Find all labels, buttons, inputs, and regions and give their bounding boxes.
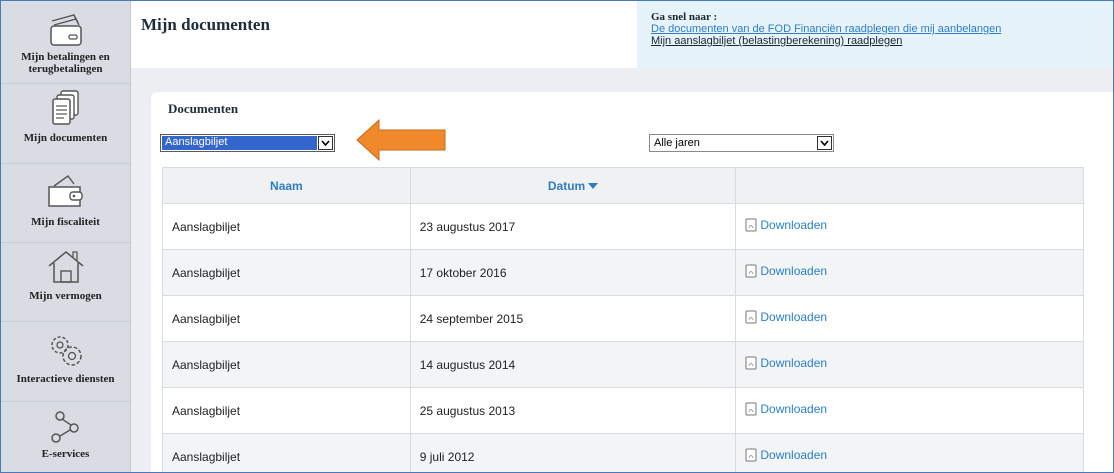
pdf-file-icon [745, 448, 757, 462]
sidebar-item-label: Mijn fiscaliteit [31, 216, 100, 228]
cell-date: 24 september 2015 [409, 295, 737, 342]
documents-panel: Documenten Aanslagbiljet Alle jaren Naam… [151, 92, 1113, 472]
download-link[interactable]: Downloaden [745, 356, 827, 370]
cell-date: 25 augustus 2013 [409, 387, 737, 434]
tax-assessment-link[interactable]: Mijn aanslagbiljet (belastingberekening)… [651, 35, 902, 47]
table-header-row: Naam Datum [162, 167, 1084, 204]
cell-action: Downloaden [735, 295, 1084, 342]
document-type-select[interactable]: Aanslagbiljet [160, 134, 335, 152]
cell-action: Downloaden [735, 249, 1084, 296]
cell-date: 9 juli 2012 [409, 433, 737, 472]
sidebar-item-label: Mijn betalingen en terugbetalingen [21, 51, 110, 75]
quicklinks-title: Ga snel naar : [651, 11, 718, 23]
year-select[interactable]: Alle jaren [649, 134, 834, 152]
download-link[interactable]: Downloaden [745, 264, 827, 278]
page-title: Mijn documenten [141, 15, 270, 34]
sidebar-item-interactieve-diensten[interactable]: Interactieve diensten [1, 322, 130, 402]
share-nodes-icon [50, 411, 79, 443]
cell-name: Aanslagbiljet [162, 341, 411, 388]
documents-icon [51, 90, 79, 125]
chevron-down-icon[interactable] [817, 136, 832, 150]
quicklinks-box: Ga snel naar : De documenten van de FOD … [637, 1, 1113, 68]
sort-desc-icon [588, 183, 599, 190]
cell-name: Aanslagbiljet [162, 295, 411, 342]
cell-date: 17 oktober 2016 [409, 249, 737, 296]
cell-name: Aanslagbiljet [162, 203, 411, 250]
sidebar-item-documenten[interactable]: Mijn documenten [1, 84, 130, 164]
cell-date: 23 augustus 2017 [409, 203, 737, 250]
table-row: Aanslagbiljet 9 juli 2012 Downloaden [162, 433, 1084, 472]
cell-action: Downloaden [735, 341, 1084, 388]
wallet-card-icon [49, 14, 82, 46]
cell-action: Downloaden [735, 203, 1084, 250]
sidebar-item-betalingen[interactable]: Mijn betalingen en terugbetalingen [1, 1, 130, 84]
app-window: Mijn betalingen en terugbetalingen Mijn … [0, 0, 1114, 473]
sidebar-item-fiscaliteit[interactable]: Mijn fiscaliteit [1, 164, 130, 243]
wallet-icon [47, 175, 83, 207]
column-header-datum[interactable]: Datum [409, 167, 737, 204]
cell-date: 14 augustus 2014 [409, 341, 737, 388]
cell-name: Aanslagbiljet [162, 387, 411, 434]
sidebar-item-label: E-services [41, 448, 90, 460]
sidebar: Mijn betalingen en terugbetalingen Mijn … [1, 1, 131, 472]
page-header: Mijn documenten [131, 1, 637, 68]
pdf-file-icon [745, 402, 757, 416]
download-link[interactable]: Downloaden [745, 402, 827, 416]
cell-name: Aanslagbiljet [162, 433, 411, 472]
documents-table: Naam Datum Aanslagbiljet 23 augustus 201… [162, 167, 1084, 472]
callout-arrow-icon [356, 118, 446, 162]
sidebar-item-vermogen[interactable]: Mijn vermogen [1, 243, 130, 322]
table-row: Aanslagbiljet 25 augustus 2013 Downloade… [162, 387, 1084, 434]
download-link[interactable]: Downloaden [745, 218, 827, 232]
table-row: Aanslagbiljet 17 oktober 2016 Downloaden [162, 249, 1084, 296]
pdf-file-icon [745, 264, 757, 278]
cell-name: Aanslagbiljet [162, 249, 411, 296]
panel-title: Documenten [168, 101, 239, 116]
column-header-action [735, 167, 1084, 204]
fod-documents-link[interactable]: De documenten van de FOD Financiën raadp… [651, 23, 1001, 35]
sidebar-item-e-services[interactable]: E-services [1, 402, 130, 472]
chevron-down-icon[interactable] [318, 136, 333, 150]
pdf-file-icon [745, 356, 757, 370]
document-type-value: Aanslagbiljet [165, 136, 228, 148]
sidebar-item-label: Interactieve diensten [16, 373, 115, 385]
house-icon [48, 251, 83, 283]
pdf-file-icon [745, 218, 757, 232]
gears-icon [50, 336, 82, 366]
column-header-naam[interactable]: Naam [162, 167, 411, 204]
download-link[interactable]: Downloaden [745, 310, 827, 324]
table-row: Aanslagbiljet 23 augustus 2017 Downloade… [162, 203, 1084, 250]
table-row: Aanslagbiljet 24 september 2015 Download… [162, 295, 1084, 342]
table-row: Aanslagbiljet 14 augustus 2014 Downloade… [162, 341, 1084, 388]
pdf-file-icon [745, 310, 757, 324]
sidebar-item-label: Mijn vermogen [29, 290, 102, 302]
cell-action: Downloaden [735, 433, 1084, 472]
cell-action: Downloaden [735, 387, 1084, 434]
download-link[interactable]: Downloaden [745, 448, 827, 462]
year-value: Alle jaren [654, 137, 700, 149]
sidebar-item-label: Mijn documenten [23, 132, 108, 144]
